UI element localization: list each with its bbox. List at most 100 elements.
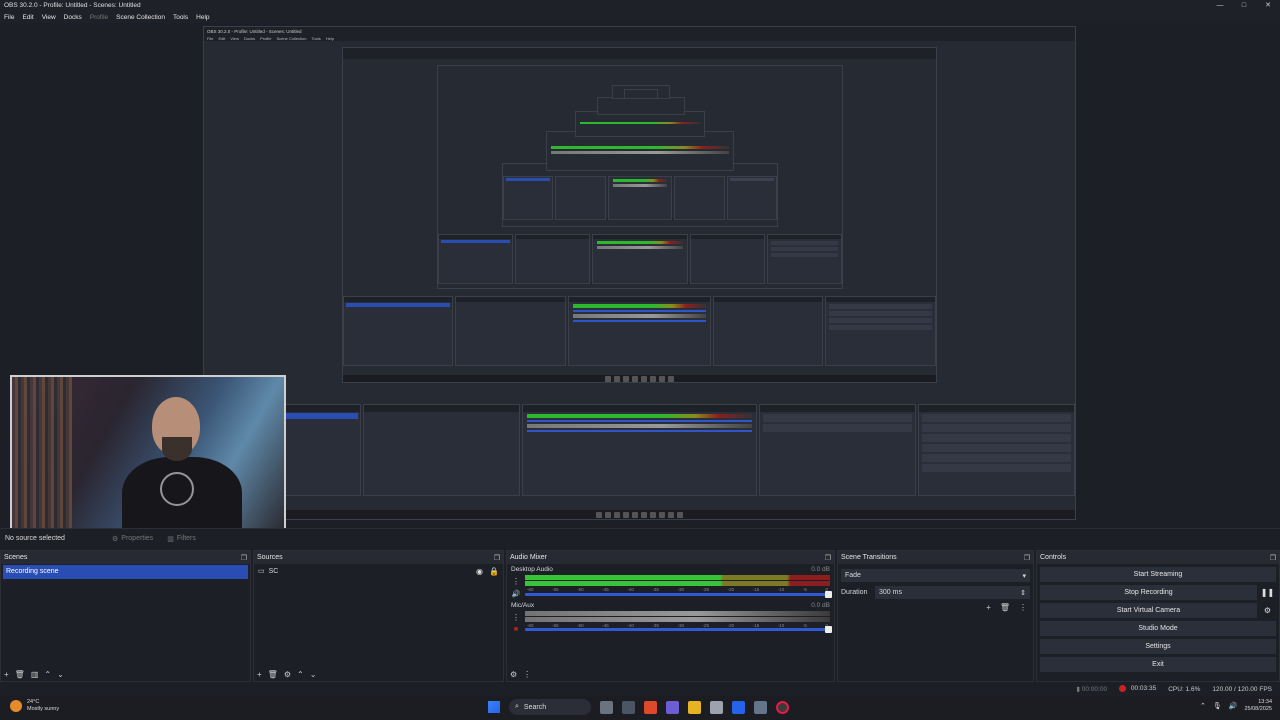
- nested-panel: [514, 234, 590, 284]
- duration-row: Duration 300 ms ⇕: [841, 586, 1030, 599]
- close-button[interactable]: ✕: [1256, 0, 1280, 11]
- gear-icon[interactable]: ⚙: [1260, 603, 1275, 618]
- clock[interactable]: 13:34 25/08/2025: [1244, 699, 1272, 713]
- task-view-icon[interactable]: [600, 700, 613, 714]
- nested-taskbar: [204, 510, 1075, 519]
- add-icon[interactable]: +: [4, 670, 9, 679]
- source-item[interactable]: ▭ SC ◉ 🔒: [254, 564, 503, 578]
- tick-label: -10: [777, 587, 785, 592]
- scene-item[interactable]: Recording scene: [3, 565, 248, 579]
- kebab-menu-icon[interactable]: ⋮: [511, 577, 521, 586]
- brave-browser-icon[interactable]: [644, 700, 657, 714]
- slider-handle[interactable]: [825, 590, 832, 598]
- eye-icon[interactable]: ◉: [476, 567, 483, 576]
- file-explorer-icon[interactable]: [688, 700, 701, 714]
- chevron-down-icon[interactable]: ⌄: [57, 670, 64, 679]
- time: 13:34: [1258, 699, 1272, 705]
- scenes-dock: Scenes ❐ Recording scene + 🗑 ▥ ⌃ ⌄: [0, 550, 251, 682]
- taskbar-apps: ⌕ Search: [488, 699, 789, 715]
- volume-icon[interactable]: 🔊: [1229, 702, 1238, 710]
- undock-icon[interactable]: ❐: [1024, 554, 1030, 562]
- properties-button[interactable]: ⚙ Properties: [112, 535, 153, 543]
- tick-label: -60: [527, 587, 534, 592]
- nested-menu: File Edit View Docks Profile Scene Colle…: [204, 35, 1075, 41]
- speaker-icon[interactable]: 🔊: [511, 590, 521, 598]
- duration-spinbox[interactable]: 300 ms ⇕: [875, 586, 1030, 599]
- settings-button[interactable]: Settings: [1040, 639, 1276, 654]
- studio-mode-button[interactable]: Studio Mode: [1040, 621, 1276, 636]
- system-tray: ⌃ 🎙 🔊 13:34 25/08/2025: [1200, 699, 1272, 713]
- nested-taskbar: [343, 375, 936, 382]
- nested-panel: [591, 234, 689, 284]
- transition-select[interactable]: Fade ▾: [841, 569, 1030, 582]
- nested-menu-item: Profile: [260, 35, 272, 41]
- filters-button[interactable]: ▥ Filters: [167, 535, 196, 543]
- maximize-button[interactable]: □: [1232, 0, 1256, 11]
- menu-tools[interactable]: Tools: [173, 14, 188, 21]
- menu-help[interactable]: Help: [196, 14, 209, 21]
- obs-icon[interactable]: [776, 700, 789, 714]
- muted-speaker-icon[interactable]: ■: [511, 626, 521, 633]
- menu-docks[interactable]: Docks: [64, 14, 82, 21]
- trash-icon[interactable]: 🗑: [1000, 603, 1010, 612]
- tick-label: -25: [702, 587, 710, 592]
- taskbar-search[interactable]: ⌕ Search: [509, 699, 591, 715]
- trash-icon[interactable]: 🗑: [15, 670, 25, 679]
- preview-canvas[interactable]: OBS 30.2.0 - Profile: Untitled - Scenes:…: [0, 23, 1280, 531]
- gear-icon[interactable]: ⚙: [284, 670, 291, 679]
- chevron-down-icon[interactable]: ⌄: [310, 670, 317, 679]
- channel-db: 0.0 dB: [811, 566, 830, 573]
- menu-profile[interactable]: Profile: [90, 14, 108, 21]
- add-icon[interactable]: +: [257, 670, 262, 679]
- lock-icon[interactable]: 🔒: [489, 567, 499, 576]
- slider-handle[interactable]: [825, 626, 832, 633]
- windows-start-icon[interactable]: [488, 701, 500, 713]
- discord-icon[interactable]: [666, 700, 679, 714]
- add-icon[interactable]: +: [986, 603, 991, 612]
- exit-button[interactable]: Exit: [1040, 657, 1276, 672]
- kebab-menu-icon[interactable]: ⋮: [1019, 603, 1027, 612]
- start-streaming-button[interactable]: Start Streaming: [1040, 567, 1276, 582]
- app-icon[interactable]: [754, 700, 767, 714]
- weather-widget[interactable]: 24°C Mostly sunny: [10, 699, 59, 713]
- app-icon[interactable]: [622, 700, 635, 714]
- volume-slider[interactable]: [525, 626, 832, 633]
- volume-slider[interactable]: [525, 590, 832, 598]
- undock-icon[interactable]: ❐: [1270, 554, 1276, 562]
- weather-text: Mostly sunny: [27, 706, 60, 712]
- chevron-up-icon[interactable]: ⌃: [44, 670, 51, 679]
- volume-meter: -60-55-50-45-40-35-30-25-20-15-10-50: [525, 575, 830, 592]
- spin-arrows-icon[interactable]: ⇕: [1020, 589, 1026, 597]
- trash-icon[interactable]: 🗑: [268, 670, 278, 679]
- undock-icon[interactable]: ❐: [825, 554, 831, 562]
- undock-icon[interactable]: ❐: [494, 554, 500, 562]
- tick-label: -5: [802, 587, 807, 592]
- kebab-menu-icon[interactable]: ⋮: [523, 670, 531, 679]
- filter-icon[interactable]: ▥: [31, 670, 39, 679]
- properties-label: Properties: [121, 535, 154, 542]
- microphone-icon[interactable]: 🎙: [1213, 702, 1222, 710]
- stop-recording-button[interactable]: Stop Recording ❚❚: [1040, 585, 1274, 600]
- app-icon[interactable]: [710, 700, 723, 714]
- dock-title: Sources: [257, 554, 283, 561]
- nested-menu-item: Docks: [243, 35, 256, 41]
- stop-recording-label: Stop Recording: [1124, 589, 1173, 596]
- kebab-menu-icon[interactable]: ⋮: [511, 613, 521, 622]
- pause-icon[interactable]: ❚❚: [1260, 585, 1275, 600]
- menu-view[interactable]: View: [42, 14, 56, 21]
- start-virtual-camera-button[interactable]: Start Virtual Camera ⚙: [1040, 603, 1271, 618]
- app-icon[interactable]: [732, 700, 745, 714]
- gear-icon[interactable]: ⚙: [510, 670, 517, 679]
- mixer-channel: Mic/Aux 0.0 dB ⋮ -60 -55 -50 -45 -40 -35 -30 -2…: [507, 600, 834, 635]
- tick-label: -55: [552, 587, 559, 592]
- menu-file[interactable]: File: [4, 14, 14, 21]
- menu-edit[interactable]: Edit: [22, 14, 33, 21]
- mixer-toolbar: ⚙ ⋮: [510, 670, 531, 679]
- meter-ticks: -60-55-50-45-40-35-30-25-20-15-10-50: [525, 587, 830, 592]
- chevron-up-icon[interactable]: ⌃: [1200, 702, 1206, 710]
- menu-scene-collection[interactable]: Scene Collection: [116, 14, 165, 21]
- chevron-up-icon[interactable]: ⌃: [297, 670, 304, 679]
- minimize-button[interactable]: —: [1208, 0, 1232, 11]
- undock-icon[interactable]: ❐: [241, 554, 247, 562]
- dock-title: Scenes: [4, 554, 28, 561]
